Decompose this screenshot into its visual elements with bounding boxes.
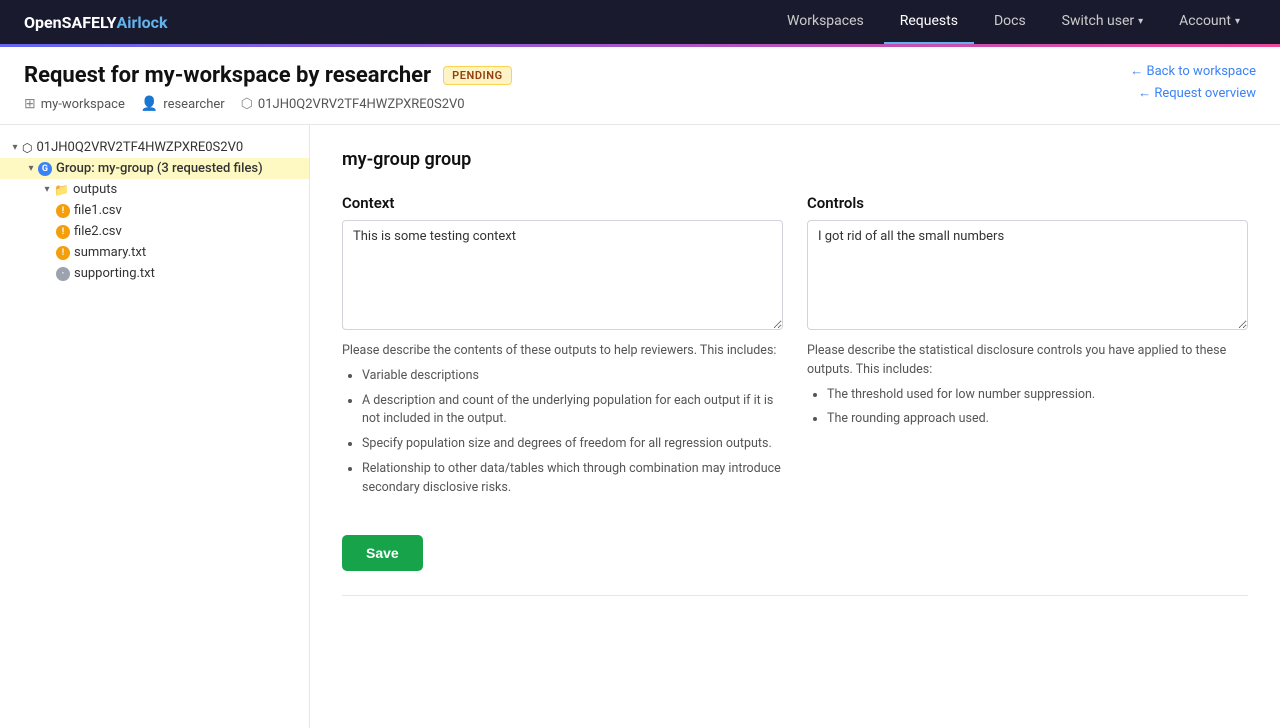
group-expand-icon: ▾ xyxy=(24,163,38,174)
form-grid: Context Please describe the contents of … xyxy=(342,194,1248,503)
nav-items: Workspaces Requests Docs Switch user ▾ A… xyxy=(771,0,1256,44)
workspace-label: my-workspace xyxy=(41,97,125,112)
nav-account[interactable]: Account ▾ xyxy=(1163,0,1256,44)
context-hint: Please describe the contents of these ou… xyxy=(342,342,783,497)
context-section: Context Please describe the contents of … xyxy=(342,194,783,503)
brand: OpenSAFELY Airlock xyxy=(24,13,168,32)
request-id-label: 01JH0Q2VRV2TF4HWZPXRE0S2V0 xyxy=(258,97,465,112)
root-expand-icon: ▾ xyxy=(8,142,22,153)
tree-group-item[interactable]: ▾ G Group: my-group (3 requested files) xyxy=(0,158,309,179)
controls-hint-1: The threshold used for low number suppre… xyxy=(827,386,1248,405)
outputs-label: outputs xyxy=(73,182,117,197)
id-icon: ⬡ xyxy=(241,96,253,112)
supporting-label: supporting.txt xyxy=(74,266,155,281)
outputs-expand-icon: ▾ xyxy=(40,184,54,195)
brand-airlock: Airlock xyxy=(117,13,168,32)
context-textarea[interactable] xyxy=(342,220,783,330)
controls-hint-list: The threshold used for low number suppre… xyxy=(827,386,1248,430)
page-title: Request for my-workspace by researcher xyxy=(24,63,431,88)
tree-outputs-item[interactable]: ▾ 📁 outputs xyxy=(0,179,309,200)
sidebar: ▾ ⬡ 01JH0Q2VRV2TF4HWZPXRE0S2V0 ▾ G Group… xyxy=(0,125,310,728)
tree-file-3[interactable]: ! summary.txt xyxy=(0,242,309,263)
page-header: Request for my-workspace by researcher P… xyxy=(0,47,1280,125)
page-header-left: Request for my-workspace by researcher P… xyxy=(24,63,512,112)
brand-open: Open xyxy=(24,13,62,32)
switch-user-chevron-icon: ▾ xyxy=(1138,16,1143,27)
context-hint-4: Relationship to other data/tables which … xyxy=(362,460,783,498)
group-title: my-group group xyxy=(342,149,1248,170)
group-badge-icon: G xyxy=(38,162,52,176)
request-id-meta: ⬡ 01JH0Q2VRV2TF4HWZPXRE0S2V0 xyxy=(241,96,465,112)
back-to-workspace-link[interactable]: ← Back to workspace xyxy=(1130,63,1256,79)
tree-file-2[interactable]: ! file2.csv xyxy=(0,221,309,242)
navbar: OpenSAFELY Airlock Workspaces Requests D… xyxy=(0,0,1280,44)
main-layout: ▾ ⬡ 01JH0Q2VRV2TF4HWZPXRE0S2V0 ▾ G Group… xyxy=(0,125,1280,728)
context-hint-2: A description and count of the underlyin… xyxy=(362,392,783,430)
supporting-badge-icon: · xyxy=(56,267,70,281)
brand-safely: SAFELY xyxy=(62,13,117,32)
nav-switch-user[interactable]: Switch user ▾ xyxy=(1046,0,1159,44)
tree-file-1[interactable]: ! file1.csv xyxy=(0,200,309,221)
controls-hint-2: The rounding approach used. xyxy=(827,410,1248,429)
controls-textarea[interactable] xyxy=(807,220,1248,330)
file1-label: file1.csv xyxy=(74,203,122,218)
context-hint-3: Specify population size and degrees of f… xyxy=(362,435,783,454)
group-label: Group: my-group (3 requested files) xyxy=(56,161,263,176)
workspace-meta: ⊞ my-workspace xyxy=(24,96,125,112)
nav-workspaces[interactable]: Workspaces xyxy=(771,0,880,44)
file1-badge-icon: ! xyxy=(56,204,70,218)
controls-section: Controls Please describe the statistical… xyxy=(807,194,1248,503)
user-label: researcher xyxy=(163,97,224,112)
controls-hint: Please describe the statistical disclosu… xyxy=(807,342,1248,429)
content: my-group group Context Please describe t… xyxy=(310,125,1280,728)
account-chevron-icon: ▾ xyxy=(1235,16,1240,27)
user-icon: 👤 xyxy=(141,96,158,112)
workspace-icon: ⊞ xyxy=(24,96,36,112)
save-button[interactable]: Save xyxy=(342,535,423,571)
summary-label: summary.txt xyxy=(74,245,146,260)
request-overview-link[interactable]: ← Request overview xyxy=(1138,85,1256,101)
page-header-right: ← Back to workspace ← Request overview xyxy=(1130,63,1256,101)
content-divider xyxy=(342,595,1248,596)
tree-root: ▾ ⬡ 01JH0Q2VRV2TF4HWZPXRE0S2V0 ▾ G Group… xyxy=(0,133,309,288)
page-title-row: Request for my-workspace by researcher P… xyxy=(24,63,512,88)
nav-requests[interactable]: Requests xyxy=(884,0,974,44)
root-icon: ⬡ xyxy=(22,141,32,155)
tree-root-item[interactable]: ▾ ⬡ 01JH0Q2VRV2TF4HWZPXRE0S2V0 xyxy=(0,137,309,158)
root-label: 01JH0Q2VRV2TF4HWZPXRE0S2V0 xyxy=(36,140,243,155)
tree-file-4[interactable]: · supporting.txt xyxy=(0,263,309,284)
folder-icon: 📁 xyxy=(54,183,69,197)
summary-badge-icon: ! xyxy=(56,246,70,260)
nav-docs[interactable]: Docs xyxy=(978,0,1042,44)
context-hint-list: Variable descriptions A description and … xyxy=(362,367,783,498)
user-meta: 👤 researcher xyxy=(141,96,225,112)
status-badge: PENDING xyxy=(443,66,512,85)
file2-badge-icon: ! xyxy=(56,225,70,239)
file2-label: file2.csv xyxy=(74,224,122,239)
context-hint-1: Variable descriptions xyxy=(362,367,783,386)
controls-label: Controls xyxy=(807,194,1248,212)
context-label: Context xyxy=(342,194,783,212)
page-meta: ⊞ my-workspace 👤 researcher ⬡ 01JH0Q2VRV… xyxy=(24,96,512,112)
